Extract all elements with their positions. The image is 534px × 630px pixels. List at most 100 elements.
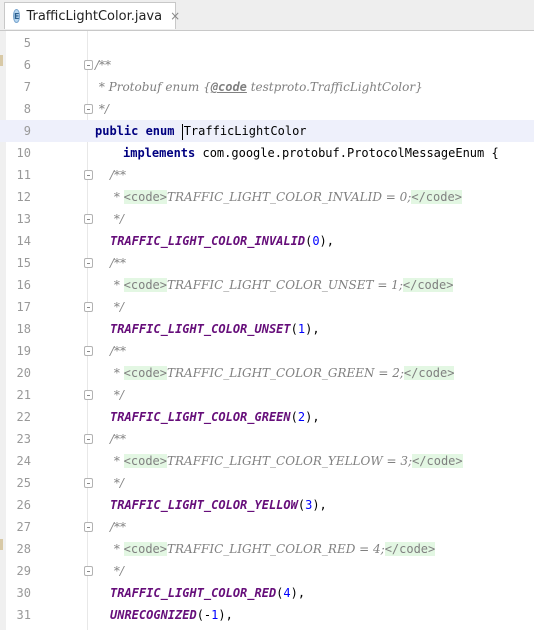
- line-number: 10: [16, 146, 31, 160]
- code-line[interactable]: 12 * <code>TRAFFIC_LIGHT_COLOR_INVALID =…: [0, 186, 534, 208]
- code-text: */: [110, 384, 124, 406]
- line-number: 18: [16, 322, 31, 336]
- tab-traffic-light-color-java[interactable]: E TrafficLightColor.java ×: [4, 2, 180, 29]
- fold-toggle-icon[interactable]: [84, 302, 93, 312]
- code-token-tagtxt: TRAFFIC_LIGHT_COLOR_RED = 4;: [167, 542, 385, 556]
- code-token-cmt: /**: [110, 432, 127, 446]
- code-token-tagbg: <code>: [123, 542, 167, 556]
- code-line[interactable]: 15 /**: [0, 252, 534, 274]
- code-token-tagbg: </code>: [384, 542, 436, 556]
- code-text: */: [110, 208, 124, 230]
- code-editor[interactable]: 5 6 /** 7 * Protobuf enum {@code testproto.…: [0, 31, 534, 630]
- code-text: public enum TrafficLightColor: [95, 120, 307, 142]
- fold-toggle-icon[interactable]: [84, 346, 93, 356]
- code-token-cmt: * Protobuf enum {: [95, 80, 211, 94]
- code-line[interactable]: 22 TRAFFIC_LIGHT_COLOR_GREEN(2),: [0, 406, 534, 428]
- line-number: 6: [23, 58, 31, 72]
- code-token-enumc: TRAFFIC_LIGHT_COLOR_GREEN: [110, 410, 291, 424]
- code-line[interactable]: 11 /**: [0, 164, 534, 186]
- line-number: 26: [16, 498, 31, 512]
- fold-toggle-icon[interactable]: [84, 60, 93, 70]
- code-token-enumc: TRAFFIC_LIGHT_COLOR_RED: [110, 586, 277, 600]
- code-line[interactable]: 25 */: [0, 472, 534, 494]
- code-line[interactable]: 19 /**: [0, 340, 534, 362]
- code-token-enumc: TRAFFIC_LIGHT_COLOR_INVALID: [110, 234, 306, 248]
- code-line[interactable]: 10 implements com.google.protobuf.Protoco…: [0, 142, 534, 164]
- fold-toggle-icon[interactable]: [84, 104, 93, 114]
- code-text: /**: [110, 340, 126, 362]
- line-number: 9: [23, 124, 31, 138]
- code-line[interactable]: 23 /**: [0, 428, 534, 450]
- code-text: TRAFFIC_LIGHT_COLOR_INVALID(0),: [110, 230, 334, 252]
- line-number: 25: [16, 476, 31, 490]
- line-number: 17: [16, 300, 31, 314]
- line-number: 11: [16, 168, 31, 182]
- code-line[interactable]: 24 * <code>TRAFFIC_LIGHT_COLOR_YELLOW = …: [0, 450, 534, 472]
- code-line[interactable]: 17 */: [0, 296, 534, 318]
- code-line[interactable]: 28 * <code>TRAFFIC_LIGHT_COLOR_RED = 4;<…: [0, 538, 534, 560]
- code-token-cmt: *: [110, 278, 124, 292]
- code-token-tagbg: <code>: [123, 278, 167, 292]
- code-token-plain: (: [290, 410, 298, 424]
- code-text: TRAFFIC_LIGHT_COLOR_RED(4),: [110, 582, 305, 604]
- fold-toggle-icon[interactable]: [84, 390, 93, 400]
- code-text: */: [110, 296, 124, 318]
- line-number: 31: [16, 608, 31, 622]
- code-text: */: [95, 98, 109, 120]
- code-line[interactable]: 13 */: [0, 208, 534, 230]
- fold-toggle-icon[interactable]: [84, 434, 93, 444]
- code-text: UNRECOGNIZED(-1),: [110, 604, 233, 626]
- code-text: */: [110, 560, 124, 582]
- code-token-plain: ),: [305, 410, 320, 424]
- enum-file-icon: E: [13, 9, 21, 23]
- code-text: /**: [95, 54, 111, 76]
- code-line[interactable]: 21 */: [0, 384, 534, 406]
- line-number: 15: [16, 256, 31, 270]
- code-token-doctag: @code: [210, 80, 247, 94]
- code-token-enumc: TRAFFIC_LIGHT_COLOR_UNSET: [110, 322, 291, 336]
- code-line[interactable]: 30 TRAFFIC_LIGHT_COLOR_RED(4),: [0, 582, 534, 604]
- code-line[interactable]: 20 * <code>TRAFFIC_LIGHT_COLOR_GREEN = 2…: [0, 362, 534, 384]
- fold-toggle-icon[interactable]: [84, 522, 93, 532]
- code-token-tagtxt: TRAFFIC_LIGHT_COLOR_INVALID = 0;: [167, 190, 412, 204]
- code-text: /**: [110, 252, 126, 274]
- code-line[interactable]: 6 /**: [0, 54, 534, 76]
- code-line[interactable]: 29 */: [0, 560, 534, 582]
- line-number: 16: [16, 278, 31, 292]
- code-token-tagtxt: TRAFFIC_LIGHT_COLOR_UNSET = 1;: [167, 278, 403, 292]
- fold-toggle-icon[interactable]: [84, 170, 93, 180]
- code-token-cmt: /**: [95, 58, 112, 72]
- code-token-num: 1: [297, 322, 306, 336]
- code-token-num: 0: [312, 234, 320, 248]
- code-token-cmt: *: [110, 190, 124, 204]
- code-line[interactable]: 7 * Protobuf enum {@code testproto.Traff…: [0, 76, 534, 98]
- code-token-plain: (: [290, 322, 298, 336]
- code-line[interactable]: 14 TRAFFIC_LIGHT_COLOR_INVALID(0),: [0, 230, 534, 252]
- code-line[interactable]: 5: [0, 32, 534, 54]
- code-line[interactable]: 31 UNRECOGNIZED(-1),: [0, 604, 534, 626]
- code-line[interactable]: 18 TRAFFIC_LIGHT_COLOR_UNSET(1),: [0, 318, 534, 340]
- code-token-kw: implements: [123, 146, 203, 160]
- fold-toggle-icon[interactable]: [84, 478, 93, 488]
- code-text: * <code>TRAFFIC_LIGHT_COLOR_UNSET = 1;</…: [110, 274, 454, 296]
- code-line[interactable]: 16 * <code>TRAFFIC_LIGHT_COLOR_UNSET = 1…: [0, 274, 534, 296]
- code-text: implements com.google.protobuf.ProtocolM…: [123, 142, 499, 164]
- code-line[interactable]: 27 /**: [0, 516, 534, 538]
- code-token-tagbg: </code>: [402, 278, 454, 292]
- code-text: * <code>TRAFFIC_LIGHT_COLOR_RED = 4;</co…: [110, 538, 436, 560]
- fold-toggle-icon[interactable]: [84, 566, 93, 576]
- close-icon[interactable]: ×: [170, 9, 180, 23]
- code-token-tagtxt: TRAFFIC_LIGHT_COLOR_YELLOW = 3;: [167, 454, 413, 468]
- code-line[interactable]: 9 public enum TrafficLightColor: [0, 120, 534, 142]
- code-token-num: 2: [297, 410, 306, 424]
- code-line[interactable]: 26 TRAFFIC_LIGHT_COLOR_YELLOW(3),: [0, 494, 534, 516]
- fold-toggle-icon[interactable]: [84, 258, 93, 268]
- code-text: TRAFFIC_LIGHT_COLOR_UNSET(1),: [110, 318, 320, 340]
- line-number: 8: [23, 102, 31, 116]
- code-token-plain: (-: [196, 608, 212, 622]
- code-line[interactable]: 8 */: [0, 98, 534, 120]
- line-number: 7: [23, 80, 31, 94]
- code-text: /**: [110, 516, 126, 538]
- fold-toggle-icon[interactable]: [84, 214, 93, 224]
- line-number: 13: [16, 212, 31, 226]
